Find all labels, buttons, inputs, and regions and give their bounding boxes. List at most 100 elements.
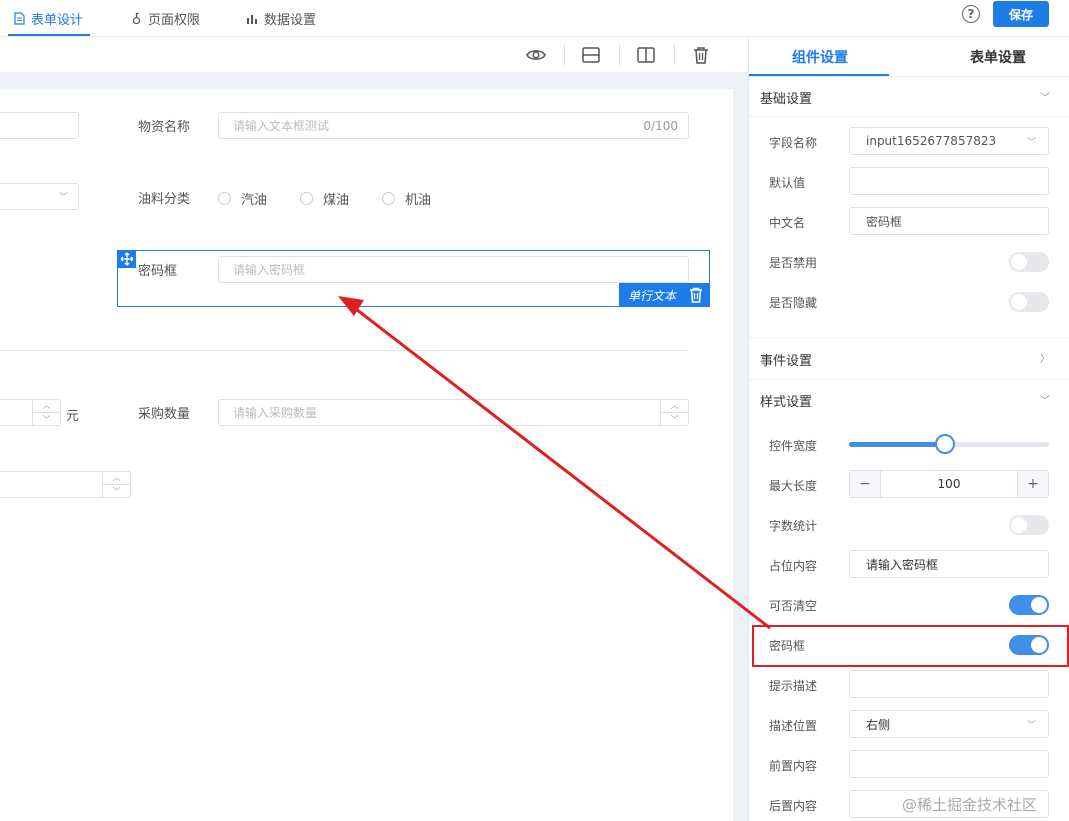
unit-label: 元 <box>66 409 80 424</box>
field-name-select[interactable]: input1652677857823 ﹀ <box>849 127 1049 155</box>
partial-select[interactable]: ﹀ <box>0 183 79 210</box>
suffix-label: 后置内容 <box>769 799 818 813</box>
select-value: input1652677857823 <box>866 134 997 148</box>
purchase-qty-input[interactable]: 请输入采购数量 ︿ ﹀ <box>218 399 689 426</box>
type-tag-label: 单行文本 <box>628 288 677 303</box>
tab-form-settings[interactable]: 表单设置 <box>970 37 1026 77</box>
section-basic[interactable]: 基础设置 <box>760 88 812 107</box>
section-divider <box>0 350 689 351</box>
number-stepper[interactable]: ︿ ﹀ <box>102 471 130 498</box>
help-icon[interactable]: ? <box>962 5 980 23</box>
toggle-knob <box>1011 254 1027 270</box>
decrement-button[interactable]: − <box>850 471 880 497</box>
form-canvas <box>0 89 733 821</box>
width-slider-handle[interactable] <box>935 434 955 454</box>
toolbar-divider <box>674 45 675 65</box>
max-length-stepper[interactable]: − 100 + <box>849 470 1049 498</box>
section-divider <box>749 379 1069 380</box>
disabled-toggle[interactable] <box>1009 252 1049 272</box>
char-count: 0/100 <box>643 118 678 133</box>
radio-label: 煤油 <box>323 193 350 208</box>
section-style[interactable]: 样式设置 <box>760 391 812 410</box>
select-value: 右侧 <box>866 717 891 732</box>
chevron-down-icon: ﹀ <box>1026 720 1036 731</box>
tab-label: 页面权限 <box>148 13 201 28</box>
save-button[interactable]: 保存 <box>993 1 1049 27</box>
hidden-label: 是否隐藏 <box>769 296 818 310</box>
row-layout-icon[interactable] <box>581 45 601 65</box>
toolbar-divider <box>564 45 565 65</box>
max-length-label: 最大长度 <box>769 479 818 493</box>
section-events[interactable]: 事件设置 <box>760 350 812 369</box>
default-value-label: 默认值 <box>769 176 806 190</box>
partial-input[interactable] <box>0 112 79 139</box>
password-label: 密码框 <box>138 264 178 279</box>
delete-component-icon[interactable] <box>689 287 703 303</box>
clearable-toggle[interactable] <box>1009 595 1049 615</box>
hint-input[interactable] <box>849 670 1049 698</box>
tab-data-settings[interactable]: 数据设置 <box>246 0 316 37</box>
prefix-label: 前置内容 <box>769 759 818 773</box>
input-placeholder: 请输入密码框 <box>233 263 306 277</box>
purchase-qty-label: 采购数量 <box>138 407 191 422</box>
hidden-toggle[interactable] <box>1009 292 1049 312</box>
toggle-knob <box>1031 597 1047 613</box>
chevron-down-icon[interactable]: ﹀ <box>661 413 688 426</box>
word-count-label: 字数统计 <box>769 519 818 533</box>
placeholder-input[interactable]: 请输入密码框 <box>849 550 1049 578</box>
section-divider <box>749 116 1069 117</box>
radio-circle <box>300 192 313 205</box>
width-slider-fill <box>849 442 945 447</box>
input-placeholder: 请输入采购数量 <box>233 406 318 420</box>
radio-circle <box>382 192 395 205</box>
radio-label: 汽油 <box>241 193 268 208</box>
price-stepper[interactable]: ︿ ﹀ <box>32 399 60 426</box>
number-input[interactable]: ︿ ﹀ <box>0 471 131 498</box>
material-name-input[interactable]: 请输入文本框测试 0/100 <box>218 112 689 139</box>
chevron-up-icon[interactable]: ︿ <box>33 399 60 413</box>
radio-gasoline[interactable]: 汽油 <box>218 189 267 208</box>
increment-button[interactable]: + <box>1018 471 1048 497</box>
radio-engine-oil[interactable]: 机油 <box>382 189 431 208</box>
chevron-down-icon[interactable]: ﹀ <box>33 413 60 426</box>
chinese-name-label: 中文名 <box>769 216 806 230</box>
chinese-name-input[interactable]: 密码框 <box>849 207 1049 235</box>
field-name-label: 字段名称 <box>769 136 818 150</box>
tab-form-design[interactable]: 表单设计 <box>14 0 83 37</box>
chevron-down-icon[interactable]: ﹀ <box>1040 89 1050 104</box>
qty-stepper[interactable]: ︿ ﹀ <box>660 399 688 426</box>
active-tab-indicator <box>749 74 889 76</box>
toggle-knob <box>1011 517 1027 533</box>
watermark: @稀土掘金技术社区 <box>902 796 1038 814</box>
word-count-toggle[interactable] <box>1009 515 1049 535</box>
trash-icon[interactable] <box>691 45 711 65</box>
max-length-value[interactable]: 100 <box>880 471 1018 497</box>
tab-component-settings[interactable]: 组件设置 <box>792 37 848 77</box>
desc-position-label: 描述位置 <box>769 719 818 733</box>
disabled-label: 是否禁用 <box>769 256 818 270</box>
desc-position-select[interactable]: 右侧 ﹀ <box>849 710 1049 738</box>
tab-page-permissions[interactable]: 页面权限 <box>131 0 200 37</box>
tab-label: 数据设置 <box>264 13 317 28</box>
move-icon[interactable] <box>117 250 136 268</box>
chevron-up-icon[interactable]: ︿ <box>661 399 688 413</box>
chevron-right-icon[interactable]: 〉 <box>1040 350 1050 365</box>
clearable-label: 可否清空 <box>769 599 818 613</box>
width-label: 控件宽度 <box>769 439 818 453</box>
prefix-input[interactable] <box>849 750 1049 778</box>
material-name-label: 物资名称 <box>138 120 191 135</box>
eye-icon[interactable] <box>526 45 546 65</box>
active-tab-indicator <box>8 34 90 36</box>
placeholder-label: 占位内容 <box>769 559 818 573</box>
default-value-input[interactable] <box>849 167 1049 195</box>
tab-label: 表单设计 <box>31 13 84 28</box>
bar-chart-icon <box>247 14 257 24</box>
chevron-down-icon[interactable]: ﹀ <box>103 485 130 498</box>
column-layout-icon[interactable] <box>636 45 656 65</box>
chevron-up-icon[interactable]: ︿ <box>103 471 130 485</box>
oil-type-label: 油料分类 <box>138 192 191 207</box>
password-input[interactable]: 请输入密码框 <box>218 256 689 283</box>
radio-kerosene[interactable]: 煤油 <box>300 189 349 208</box>
price-input[interactable]: ︿ ﹀ <box>0 399 61 426</box>
chevron-down-icon[interactable]: ﹀ <box>1040 392 1050 407</box>
